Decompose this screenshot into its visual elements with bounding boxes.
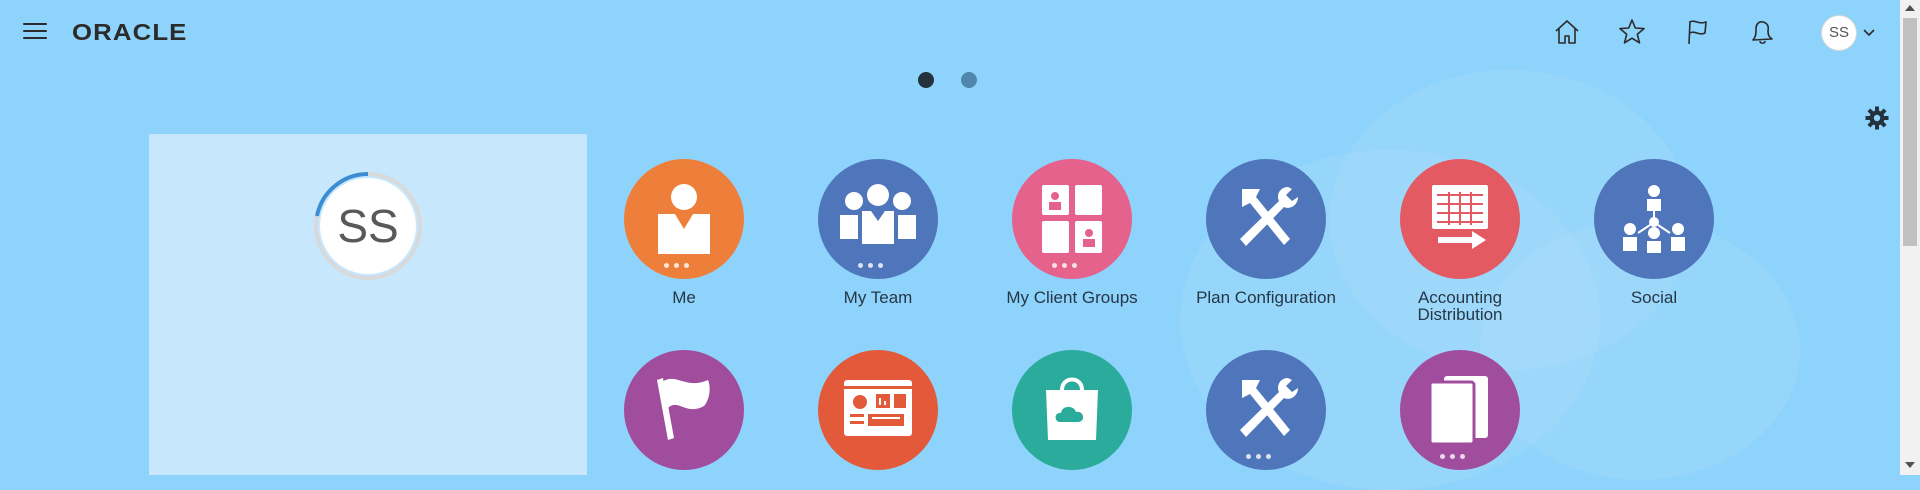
spreadsheet-arrow-icon bbox=[1400, 159, 1520, 279]
tile-label: Plan Configuration bbox=[1196, 288, 1336, 307]
dashboard-icon bbox=[818, 350, 938, 470]
notifications-bell-icon[interactable] bbox=[1746, 16, 1778, 48]
flag-icon bbox=[624, 350, 744, 470]
client-groups-icon bbox=[1012, 159, 1132, 279]
chevron-down-icon[interactable] bbox=[1861, 24, 1877, 40]
tile-label: My Team bbox=[843, 288, 913, 307]
page-dot-1[interactable] bbox=[918, 72, 934, 88]
org-chart-icon bbox=[1594, 159, 1714, 279]
scrollbar-thumb[interactable] bbox=[1903, 18, 1917, 246]
oracle-logo[interactable]: ORACLE bbox=[72, 19, 188, 46]
tile-label: My Client Groups bbox=[1006, 288, 1138, 307]
gear-icon[interactable] bbox=[1864, 105, 1890, 131]
tile-label: Accounting Distribution bbox=[1417, 288, 1503, 324]
tools-icon bbox=[1206, 350, 1326, 470]
global-header: ORACLE SS bbox=[0, 0, 1900, 64]
favorites-icon[interactable] bbox=[1616, 16, 1648, 48]
profile-avatar[interactable]: SS bbox=[312, 170, 424, 282]
watchlist-flag-icon[interactable] bbox=[1681, 16, 1713, 48]
scroll-down-arrow-icon[interactable] bbox=[1905, 462, 1915, 468]
page-dot-2[interactable] bbox=[961, 72, 977, 88]
shopping-bag-icon bbox=[1012, 350, 1132, 470]
tile-label: Me bbox=[672, 288, 696, 307]
profile-initials: SS bbox=[320, 178, 416, 274]
home-icon[interactable] bbox=[1551, 16, 1583, 48]
scroll-up-arrow-icon[interactable] bbox=[1905, 5, 1915, 11]
vertical-scrollbar[interactable] bbox=[1900, 0, 1920, 475]
person-icon bbox=[624, 159, 744, 279]
documents-icon bbox=[1400, 350, 1520, 470]
tile-label: Social bbox=[1630, 288, 1678, 307]
team-icon bbox=[818, 159, 938, 279]
tools-icon bbox=[1206, 159, 1326, 279]
navigator-menu-icon[interactable] bbox=[23, 21, 47, 41]
user-avatar[interactable]: SS bbox=[1821, 15, 1857, 51]
